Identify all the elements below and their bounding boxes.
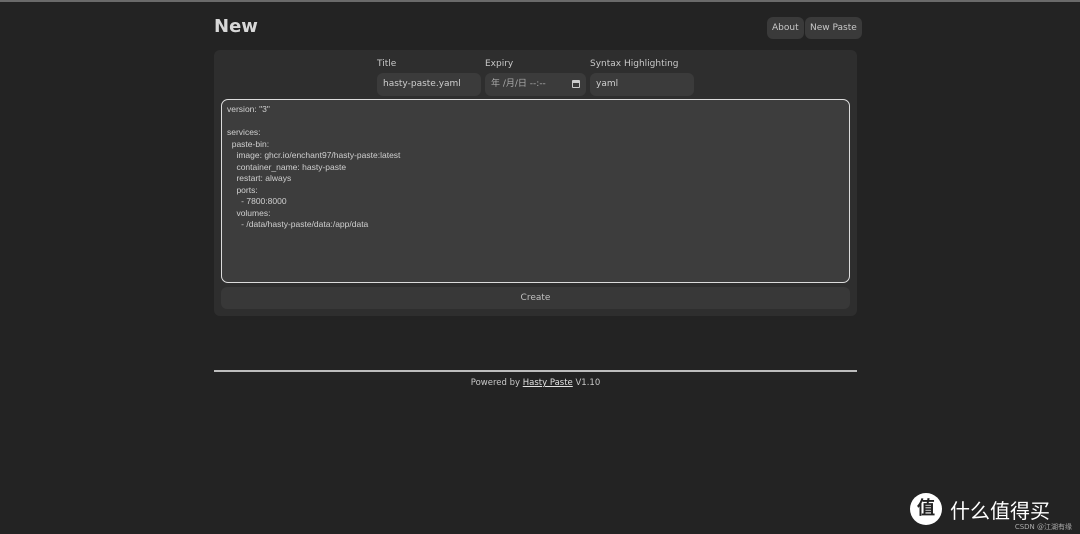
syntax-label: Syntax Highlighting (590, 59, 679, 69)
watermark-credit: CSDN @江湖有缘 (1014, 523, 1072, 531)
version: V1.10 (575, 378, 601, 388)
calendar-icon[interactable] (572, 80, 580, 88)
expiry-label: Expiry (485, 59, 514, 69)
page-title: New (214, 16, 258, 37)
title-input[interactable]: hasty-paste.yaml (377, 73, 481, 96)
footer-prefix: Powered by (470, 378, 521, 388)
expiry-value: 年 /月/日 --:-- (491, 79, 546, 89)
hasty-paste-link[interactable]: Hasty Paste (523, 378, 573, 388)
title-label: Title (377, 59, 397, 69)
watermark-logo: 值 (910, 493, 942, 525)
watermark-text: 什么值得买 (950, 498, 1050, 523)
footer-divider (214, 370, 857, 372)
syntax-input[interactable]: yaml (590, 73, 694, 96)
create-button[interactable]: Create (221, 287, 850, 309)
new-paste-button[interactable]: New Paste (805, 17, 862, 39)
footer: Powered by Hasty Paste V1.10 (214, 378, 857, 388)
watermark: 值什么值得买 (910, 493, 1050, 525)
expiry-input[interactable]: 年 /月/日 --:-- (485, 73, 586, 96)
about-button[interactable]: About (767, 17, 804, 39)
paste-content-textarea[interactable]: version: "3" services: paste-bin: image:… (221, 99, 850, 283)
